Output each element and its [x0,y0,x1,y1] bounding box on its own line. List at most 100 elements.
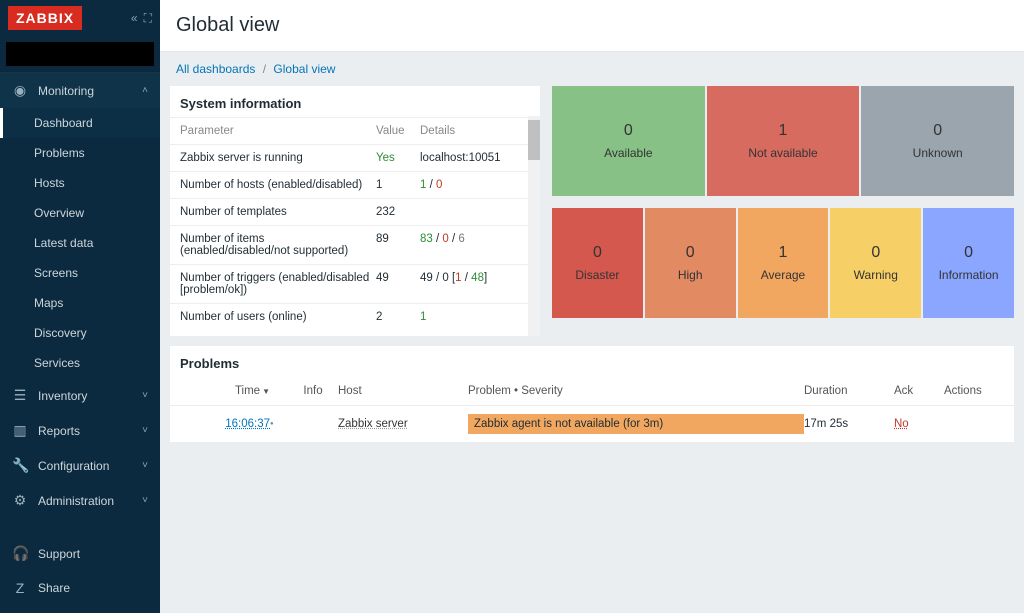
sidebar-item-dashboard[interactable]: Dashboard [0,108,160,138]
menu-monitoring-label: Monitoring [38,84,94,98]
scrollbar[interactable] [528,116,540,336]
search-input[interactable] [12,47,167,61]
tile-label: Unknown [913,146,963,160]
sidebar-item-screens[interactable]: Screens [0,258,160,288]
widget-problems: Problems Time▼ Info Host Problem • Sever… [170,346,1014,442]
tile-label: Disaster [575,268,619,282]
label: Duration [804,385,847,397]
col-info: Info [288,385,338,397]
sysinfo-row: Number of hosts (enabled/disabled)11 / 0 [170,171,540,198]
breadcrumb-root[interactable]: All dashboards [176,62,255,76]
submenu-monitoring: Dashboard Problems Hosts Overview Latest… [0,108,160,378]
sidebar-item-hosts[interactable]: Hosts [0,168,160,198]
label: System information [180,96,301,111]
tile-label: Available [604,146,652,160]
value: 1 [376,179,420,191]
sysinfo-row: Number of templates232 [170,198,540,225]
details: 83 / 0 / 6 [420,233,530,257]
col-duration: Duration [804,385,894,397]
widget-title: Problems [170,346,1014,377]
tile-information[interactable]: 0Information [923,208,1014,318]
breadcrumb: All dashboards / Global view [160,52,1024,86]
tile-not-available[interactable]: 1 Not available [707,86,860,196]
tile-disaster[interactable]: 0 Disaster [552,208,643,318]
label: Problems [34,146,85,160]
logo[interactable]: ZABBIX [8,6,82,30]
tile-average[interactable]: 1Average [738,208,829,318]
tile-number: 0 [933,122,942,140]
sidebar-header: ZABBIX « ⛶ [0,0,160,36]
label: Support [38,547,80,561]
label: Overview [34,206,84,220]
sidebar-item-overview[interactable]: Overview [0,198,160,228]
share-icon: Z [12,580,28,596]
menu-support[interactable]: 🎧 Support [0,536,160,571]
label: Services [34,356,80,370]
breadcrumb-current[interactable]: Global view [273,62,335,76]
menu-share[interactable]: Z Share [0,571,160,605]
param: Number of items (enabled/disabled/not su… [180,233,376,257]
tile-available[interactable]: 0 Available [552,86,705,196]
widget-title: System information [170,86,540,117]
label: All dashboards [176,62,255,76]
problem-time[interactable]: 16:06:37 [225,418,270,430]
sidebar-item-services[interactable]: Services [0,348,160,378]
tile-number: 1 [779,244,788,262]
wrench-icon: 🔧 [12,457,28,474]
sysinfo-header-row: Parameter Value Details [170,117,540,144]
col-host: Host [338,385,468,397]
label: Latest data [34,236,93,250]
label: Inventory [38,389,87,403]
tile-number: 0 [624,122,633,140]
tile-label: Information [939,268,999,282]
collapse-icon[interactable]: « [131,11,138,26]
fullscreen-icon[interactable]: ⛶ [144,11,152,26]
problem-duration: 17m 25s [804,418,894,430]
tile-label: Not available [748,146,817,160]
tile-number: 0 [686,244,695,262]
sidebar-item-discovery[interactable]: Discovery [0,318,160,348]
menu-administration[interactable]: ⚙ Administration ˅ [0,483,160,518]
label: Share [38,581,70,595]
page-title: Global view [160,0,1024,52]
value: 89 [376,233,420,257]
value: Yes [376,152,420,164]
col-problem: Problem • Severity [468,385,804,397]
menu-reports[interactable]: ▥ Reports ˅ [0,413,160,448]
tile-number: 0 [593,244,602,262]
tile-high[interactable]: 0High [645,208,736,318]
scrollbar-thumb[interactable] [528,120,540,160]
problems-header: Time▼ Info Host Problem • Severity Durat… [170,377,1014,406]
problem-host[interactable]: Zabbix server [338,418,408,430]
menu-configuration[interactable]: 🔧 Configuration ˅ [0,448,160,483]
problem-ack[interactable]: No [894,418,909,430]
sidebar-item-problems[interactable]: Problems [0,138,160,168]
col-value: Value [376,125,420,137]
label: Screens [34,266,78,280]
sidebar-item-latest-data[interactable]: Latest data [0,228,160,258]
menu-inventory[interactable]: ☰ Inventory ˅ [0,378,160,413]
label: Dashboard [34,116,93,130]
search-box[interactable]: 🔍 [6,42,154,66]
details: 1 [420,311,530,323]
chevron-down-icon: ˅ [142,495,148,506]
chevron-up-icon: ˄ [142,85,148,96]
label: Maps [34,296,63,310]
col-time[interactable]: Time▼ [180,385,270,397]
param: Number of hosts (enabled/disabled) [180,179,376,191]
label: Hosts [34,176,65,190]
tile-warning[interactable]: 0Warning [830,208,921,318]
problem-severity-cell[interactable]: Zabbix agent is not available (for 3m) [468,414,804,434]
tile-number: 1 [779,122,788,140]
tile-unknown[interactable]: 0 Unknown [861,86,1014,196]
eye-icon: ◉ [12,82,28,99]
value: 2 [376,311,420,323]
label: Administration [38,494,114,508]
sidebar-item-maps[interactable]: Maps [0,288,160,318]
sysinfo-row: Number of users (online)21 [170,303,540,330]
label: Problems [180,356,239,371]
sidebar: ZABBIX « ⛶ 🔍 ◉ Monitoring ˄ Dashboard Pr… [0,0,160,613]
gear-icon: ⚙ [12,492,28,509]
headset-icon: 🎧 [12,545,28,562]
menu-monitoring[interactable]: ◉ Monitoring ˄ [0,73,160,108]
